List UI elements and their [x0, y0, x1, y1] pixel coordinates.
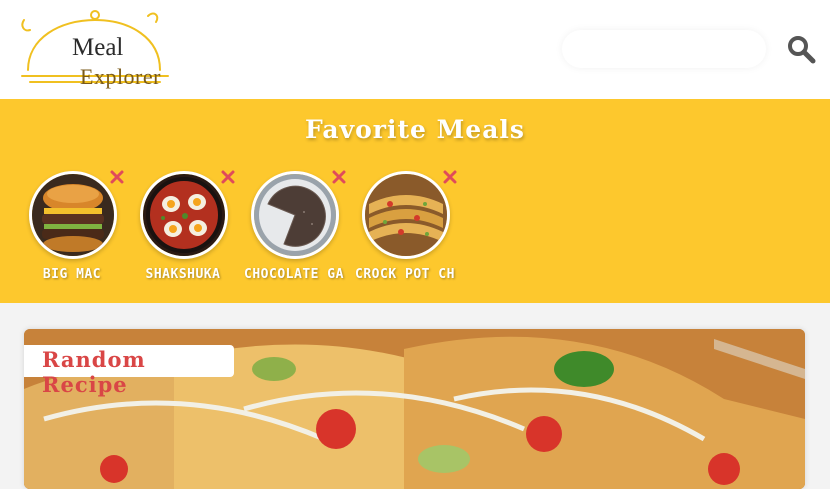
site-header: Meal Explorer: [0, 0, 830, 99]
meal-image-chocolate-gateau[interactable]: [251, 171, 339, 259]
meal-image-big-mac[interactable]: [29, 171, 117, 259]
random-recipe-card[interactable]: Random Recipe: [24, 329, 805, 489]
favorite-meals-title: Favorite Meals: [305, 115, 525, 144]
search-input[interactable]: [562, 30, 766, 68]
favorite-meals-section: Favorite Meals BIG MAC SHAKSHUKA CHOCOLA…: [0, 99, 830, 303]
meal-label: BIG MAC: [42, 267, 102, 282]
random-recipe-tag: Random Recipe: [24, 345, 234, 397]
meal-image-shakshuka[interactable]: [140, 171, 228, 259]
favorite-meal-item: BIG MAC: [25, 169, 125, 291]
meal-label: CROCK POT CH: [355, 267, 455, 282]
meal-explorer-logo[interactable]: Meal Explorer: [20, 8, 170, 90]
logo-line-1: Meal: [72, 34, 124, 61]
favorite-meal-item: CHOCOLATE GA: [244, 169, 347, 291]
meal-label: SHAKSHUKA: [145, 267, 221, 282]
meal-label: CHOCOLATE GA: [244, 267, 344, 282]
favorite-meal-item: SHAKSHUKA: [136, 169, 236, 291]
remove-favorite-close-icon[interactable]: [220, 169, 236, 185]
remove-favorite-close-icon[interactable]: [442, 169, 458, 185]
meal-image-crock-pot-chicken[interactable]: [362, 171, 450, 259]
favorite-meal-item: CROCK POT CH: [355, 169, 458, 291]
remove-favorite-close-icon[interactable]: [109, 169, 125, 185]
random-recipe-label: Random Recipe: [42, 347, 146, 397]
search-icon[interactable]: [786, 34, 816, 64]
remove-favorite-close-icon[interactable]: [331, 169, 347, 185]
logo-line-2: Explorer: [80, 64, 161, 89]
